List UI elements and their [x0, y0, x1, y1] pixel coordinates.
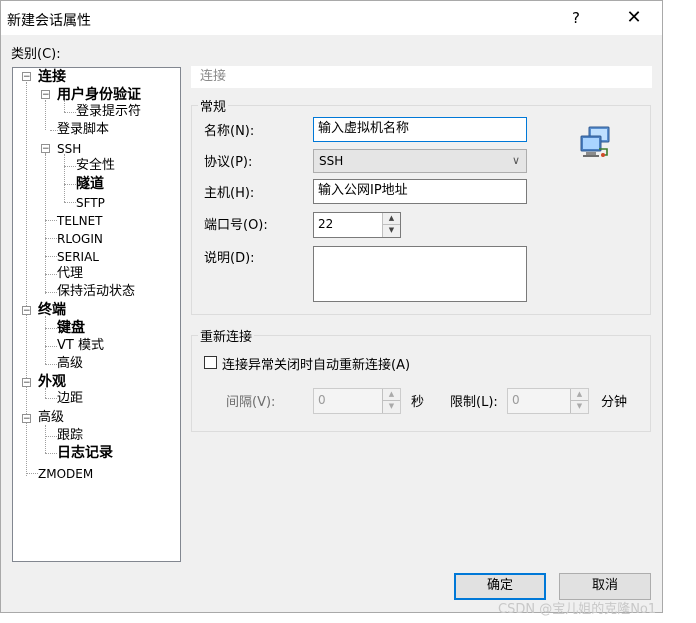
- tree-item-login-script[interactable]: 登录脚本: [57, 122, 109, 138]
- tree-line: [45, 328, 57, 329]
- watermark: CSDN @宝儿姐的克隆No1: [498, 602, 657, 617]
- tree-item-appearance[interactable]: 外观: [38, 374, 66, 390]
- tree-line: [45, 292, 57, 293]
- limit-spinner[interactable]: 0 ▲ ▼: [507, 388, 589, 414]
- interval-spinner[interactable]: 0 ▲ ▼: [313, 388, 401, 414]
- tree-item-authentication[interactable]: 用户身份验证: [57, 87, 141, 103]
- help-button[interactable]: ?: [562, 5, 590, 31]
- category-tree[interactable]: − − − − − − 连接 用户身份验证 登录提示符 登录脚本 SSH 安全性…: [12, 67, 181, 562]
- tree-line: [45, 346, 57, 347]
- category-label: 类别(C):: [11, 47, 61, 62]
- tree-line: [45, 256, 57, 257]
- collapse-icon[interactable]: −: [41, 90, 50, 100]
- interval-spin-buttons: ▲ ▼: [382, 389, 400, 413]
- tree-line: [45, 154, 46, 294]
- session-properties-dialog: 新建会话属性 ? ✕ 类别(C): − − − − − − 连接 用户身份验证 …: [0, 0, 663, 613]
- collapse-icon[interactable]: −: [22, 414, 31, 424]
- window-title: 新建会话属性: [7, 13, 91, 29]
- tree-line: [45, 436, 57, 437]
- spin-up-icon[interactable]: ▲: [571, 389, 588, 401]
- tree-item-zmodem[interactable]: ZMODEM: [38, 466, 93, 482]
- tree-line: [64, 112, 76, 113]
- collapse-icon[interactable]: −: [22, 378, 31, 388]
- tree-item-vt-modes[interactable]: VT 模式: [57, 338, 104, 354]
- spin-down-icon[interactable]: ▼: [571, 401, 588, 413]
- tree-line: [45, 316, 46, 364]
- protocol-value: SSH: [319, 154, 344, 168]
- reconnect-legend: 重新连接: [198, 326, 255, 345]
- collapse-icon[interactable]: −: [22, 306, 31, 316]
- tree-item-advanced[interactable]: 高级: [38, 410, 64, 426]
- spin-down-icon[interactable]: ▼: [383, 225, 400, 237]
- description-label: 说明(D):: [204, 251, 255, 266]
- name-label: 名称(N):: [204, 124, 255, 139]
- tree-item-trace[interactable]: 跟踪: [57, 428, 83, 444]
- tree-item-proxy[interactable]: 代理: [57, 266, 83, 282]
- tree-line: [45, 453, 57, 454]
- tree-line: [45, 220, 57, 221]
- tree-line: [64, 202, 76, 203]
- tree-item-ssh[interactable]: SSH: [57, 141, 81, 157]
- tree-item-terminal[interactable]: 终端: [38, 302, 66, 318]
- tree-line: [64, 154, 65, 202]
- limit-spin-buttons: ▲ ▼: [570, 389, 588, 413]
- section-header: 连接: [191, 66, 652, 88]
- port-spin-buttons: ▲ ▼: [382, 213, 400, 237]
- tree-item-tunneling[interactable]: 隧道: [76, 176, 104, 192]
- auto-reconnect-checkbox[interactable]: [204, 356, 217, 369]
- tree-item-sftp[interactable]: SFTP: [76, 195, 105, 211]
- tree-line: [64, 184, 76, 185]
- port-spinner[interactable]: 22 ▲ ▼: [313, 212, 401, 238]
- tree-line: [64, 166, 76, 167]
- tree-line: [45, 100, 46, 130]
- description-textarea[interactable]: [313, 246, 527, 302]
- limit-label: 限制(L):: [450, 395, 498, 410]
- tree-item-security[interactable]: 安全性: [76, 158, 115, 174]
- name-input[interactable]: 输入虚拟机名称: [313, 117, 527, 142]
- interval-label: 间隔(V):: [226, 395, 276, 410]
- limit-value: 0: [512, 393, 520, 407]
- reconnect-group: [191, 335, 651, 432]
- tree-item-connection[interactable]: 连接: [38, 69, 66, 85]
- host-input[interactable]: 输入公网IP地址: [313, 179, 527, 204]
- interval-value: 0: [318, 393, 326, 407]
- tree-line: [45, 398, 57, 399]
- port-value: 22: [318, 217, 334, 231]
- tree-item-margins[interactable]: 边距: [57, 391, 83, 407]
- protocol-label: 协议(P):: [204, 155, 253, 170]
- spin-up-icon[interactable]: ▲: [383, 389, 400, 401]
- tree-line: [45, 425, 46, 453]
- chevron-down-icon: ∨: [511, 154, 520, 167]
- close-button[interactable]: ✕: [620, 5, 648, 31]
- collapse-icon[interactable]: −: [41, 144, 50, 154]
- tree-item-keep-alive[interactable]: 保持活动状态: [57, 284, 135, 300]
- general-legend: 常规: [198, 96, 229, 115]
- tree-line: [26, 473, 38, 474]
- cancel-button[interactable]: 取消: [559, 573, 651, 600]
- tree-line: [45, 238, 57, 239]
- tree-line: [45, 364, 57, 365]
- ok-button[interactable]: 确定: [454, 573, 546, 600]
- spin-down-icon[interactable]: ▼: [383, 401, 400, 413]
- collapse-icon[interactable]: −: [22, 72, 31, 82]
- network-computers-icon: [580, 126, 610, 157]
- auto-reconnect-label[interactable]: 连接异常关闭时自动重新连接(A): [222, 354, 410, 373]
- spin-up-icon[interactable]: ▲: [383, 213, 400, 225]
- tree-item-logging[interactable]: 日志记录: [57, 445, 113, 461]
- tree-item-keyboard[interactable]: 键盘: [57, 320, 85, 336]
- limit-unit: 分钟: [601, 395, 628, 410]
- protocol-select[interactable]: SSH ∨: [313, 149, 527, 173]
- tree-item-rlogin[interactable]: RLOGIN: [57, 231, 103, 247]
- tree-item-serial[interactable]: SERIAL: [57, 249, 99, 265]
- tree-line: [45, 274, 57, 275]
- tree-item-login-prompts[interactable]: 登录提示符: [76, 104, 141, 120]
- title-bar: 新建会话属性 ? ✕: [1, 1, 662, 35]
- tree-item-terminal-advanced[interactable]: 高级: [57, 356, 83, 372]
- interval-unit: 秒: [411, 395, 425, 410]
- port-label: 端口号(O):: [204, 218, 268, 233]
- tree-item-telnet[interactable]: TELNET: [57, 213, 103, 229]
- host-label: 主机(H):: [204, 186, 255, 201]
